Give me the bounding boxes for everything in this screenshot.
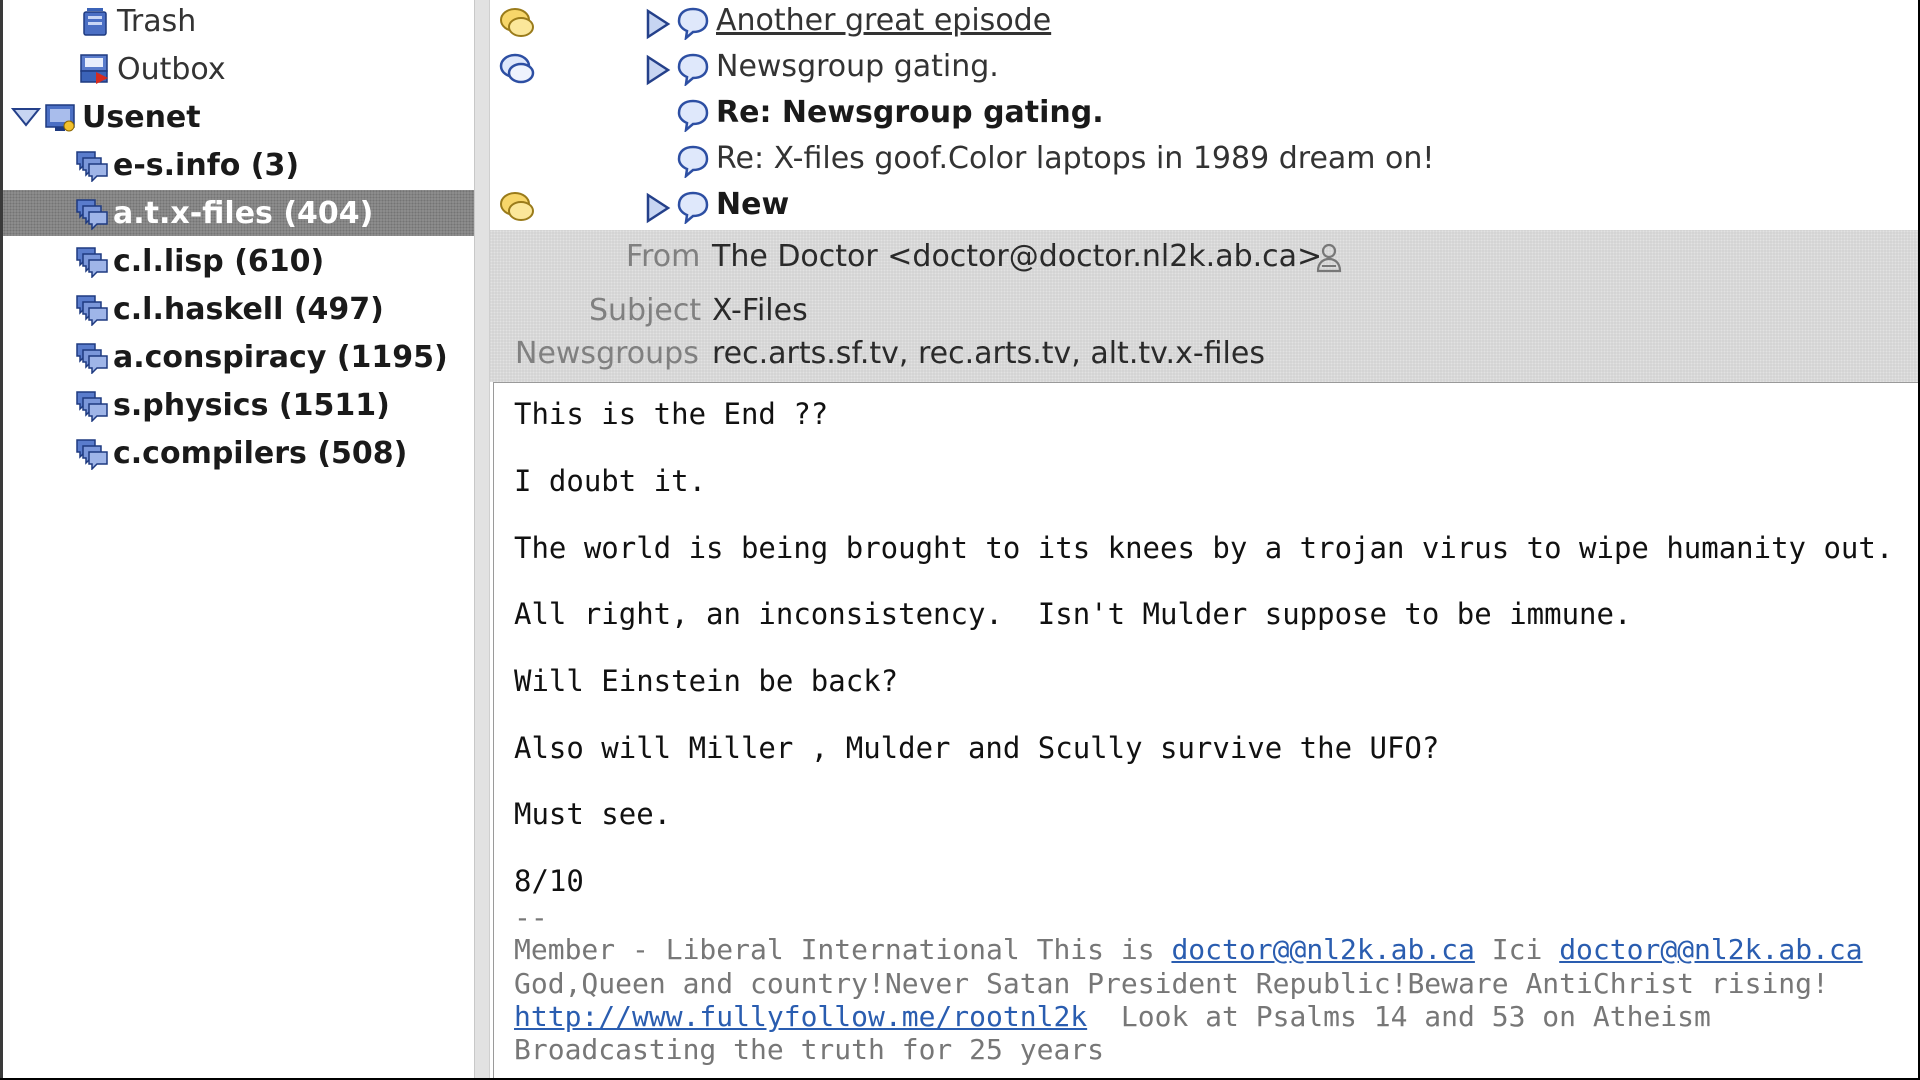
message-subject: Newsgroup gating. [716,49,999,84]
trash-icon [77,3,113,39]
newsgroups-label: Newsgroups [515,336,699,371]
email-link[interactable]: doctor@@nl2k.ab.ca [1559,933,1862,966]
newsgroup-icon [73,387,109,423]
folder-usenet[interactable]: Usenet [3,94,474,140]
newsgroup-c-compilers[interactable]: c.compilers (508) [3,430,474,476]
outbox-icon [77,51,113,87]
signature-separator: -- [514,901,548,934]
body-line: The world is being brought to its knees … [514,531,1894,565]
newsgroup-icon [73,195,109,231]
from-value[interactable]: The Doctor <doctor@doctor.nl2k.ab.ca> [712,239,1322,274]
newsgroup-c-l-haskell[interactable]: c.l.haskell (497) [3,286,474,332]
folder-label: a.t.x-files (404) [113,195,374,231]
server-icon [42,99,78,135]
signature-text: Ici [1474,933,1560,966]
signature-line: Broadcasting the truth for 25 years [514,1033,1105,1066]
subject-label: Subject [589,293,702,328]
signature-text: Member - Liberal International This is [514,933,1172,966]
message-icon [676,190,710,226]
folder-label: c.l.lisp (610) [113,243,325,279]
from-label: From [626,239,701,274]
newsgroup-a-conspiracy[interactable]: a.conspiracy (1195) [3,334,474,380]
newsgroup-a-t-x-files[interactable]: a.t.x-files (404) [3,190,474,236]
message-icon [676,6,710,42]
message-list: Another great episode Newsgroup gating. [490,0,1918,230]
body-line: 8/10 [514,864,584,898]
message-icon [676,52,710,88]
message-subject: Re: Newsgroup gating. [716,95,1104,130]
signature-line: Member - Liberal International This is d… [514,933,1863,966]
folder-label: a.conspiracy (1195) [113,339,448,375]
body-line: All right, an inconsistency. Isn't Mulde… [514,597,1632,631]
folder-label: c.compilers (508) [113,435,408,471]
expand-thread-icon[interactable] [644,192,672,224]
expand-thread-icon[interactable] [644,8,672,40]
message-row[interactable]: Another great episode [490,0,1918,46]
body-line: I doubt it. [514,464,707,498]
newsgroup-icon [73,435,109,471]
folder-label: Outbox [117,51,226,87]
message-icon [676,98,710,134]
unread-thread-icon [498,4,538,44]
body-line: Must see. [514,797,672,831]
newsgroups-value: rec.arts.sf.tv, rec.arts.tv, alt.tv.x-fi… [712,336,1265,371]
newsgroup-icon [73,291,109,327]
message-header: From The Doctor <doctor@doctor.nl2k.ab.c… [490,230,1918,382]
newsgroup-icon [73,243,109,279]
expand-thread-icon[interactable] [644,54,672,86]
message-icon [676,144,710,180]
message-subject: Another great episode [716,3,1052,38]
body-line: Will Einstein be back? [514,664,899,698]
folder-outbox[interactable]: Outbox [3,46,474,92]
newsgroup-icon [73,147,109,183]
signature-line: God,Queen and country!Never Satan Presid… [514,967,1829,1000]
folder-label: e-s.info (3) [113,147,300,183]
signature-line: http://www.fullyfollow.me/rootnl2k Look … [514,1000,1711,1033]
folder-label: s.physics (1511) [113,387,390,423]
folder-label: c.l.haskell (497) [113,291,384,327]
message-body[interactable]: This is the End ?? I doubt it. The world… [493,382,1918,1078]
folder-trash[interactable]: Trash [3,0,474,44]
subject-value: X-Files [712,293,808,328]
body-line: Also will Miller , Mulder and Scully sur… [514,731,1440,765]
newsgroup-e-s-info[interactable]: e-s.info (3) [3,142,474,188]
folder-label: Trash [117,3,197,39]
unread-thread-icon [498,188,538,228]
signature-text: Look at Psalms 14 and 53 on Atheism [1087,1000,1711,1033]
folder-label: Usenet [82,99,201,135]
body-line: This is the End ?? [514,397,829,431]
message-row[interactable]: Re: Newsgroup gating. [490,92,1918,138]
url-link[interactable]: http://www.fullyfollow.me/rootnl2k [514,1000,1087,1033]
newsgroup-icon [73,339,109,375]
message-row[interactable]: Re: X-files goof.Color laptops in 1989 d… [490,138,1918,184]
folder-pane: Trash Outbox Usenet e-s.info (3) a.t.x-f… [0,0,474,1078]
message-subject: New [716,187,790,222]
message-row[interactable]: New [490,184,1918,230]
email-link[interactable]: doctor@@nl2k.ab.ca [1171,933,1474,966]
thread-icon [498,50,538,90]
message-row[interactable]: Newsgroup gating. [490,46,1918,92]
newsgroup-c-l-lisp[interactable]: c.l.lisp (610) [3,238,474,284]
pane-splitter[interactable] [474,0,490,1078]
newsgroup-s-physics[interactable]: s.physics (1511) [3,382,474,428]
collapse-arrow-icon[interactable] [10,101,42,133]
contact-icon[interactable] [1314,242,1344,282]
message-subject: Re: X-files goof.Color laptops in 1989 d… [716,141,1435,176]
